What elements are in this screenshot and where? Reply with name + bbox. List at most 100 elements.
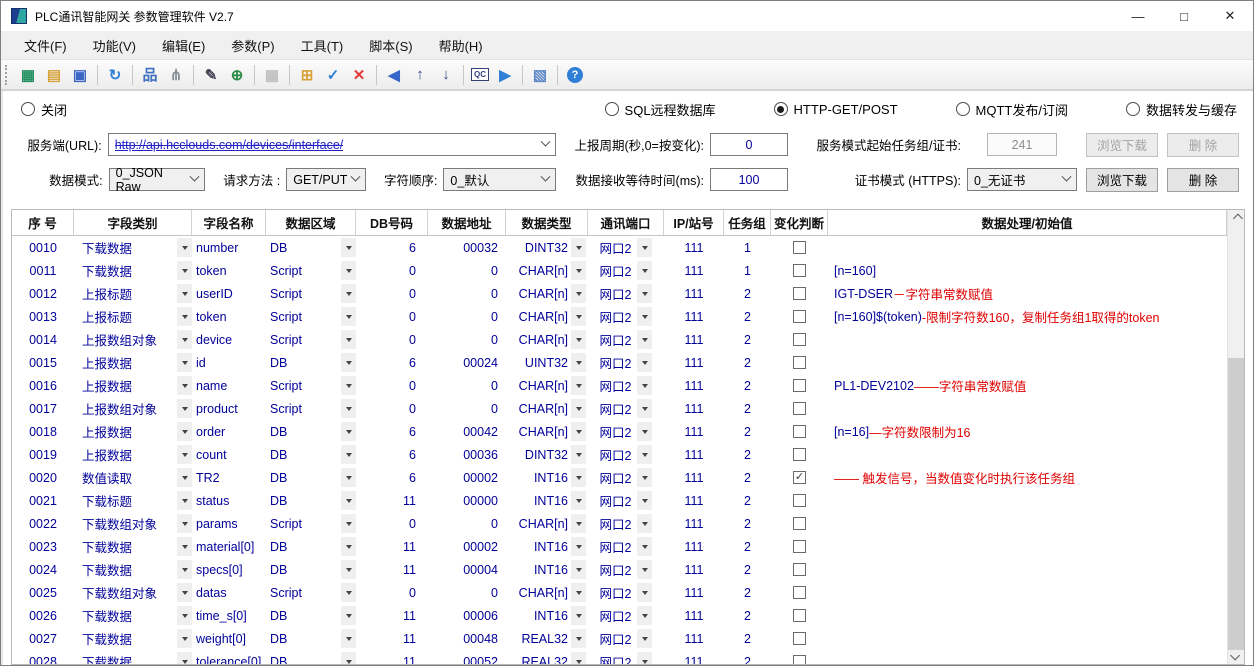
data-type-dropdown-button[interactable] [571, 560, 586, 579]
comm-port-dropdown-button[interactable] [637, 330, 652, 349]
data-type-dropdown-button[interactable] [571, 445, 586, 464]
category-dropdown-button[interactable] [177, 330, 192, 349]
data-type-dropdown-button[interactable] [571, 330, 586, 349]
cert-browse-button[interactable]: 浏览下载 [1086, 168, 1158, 192]
menu-item[interactable]: 工具(T) [288, 36, 357, 55]
image-icon[interactable]: ▧ [527, 63, 553, 87]
change-flag-checkbox[interactable] [793, 356, 806, 369]
category-dropdown-button[interactable] [177, 560, 192, 579]
change-flag-checkbox[interactable] [793, 586, 806, 599]
change-flag-checkbox[interactable] [793, 448, 806, 461]
move-up-icon[interactable]: ↑ [407, 63, 433, 87]
change-flag-checkbox[interactable] [793, 655, 806, 664]
minimize-button[interactable]: — [1115, 1, 1161, 31]
cert-browse-button-top[interactable]: 浏览下载 [1086, 133, 1158, 157]
category-dropdown-button[interactable] [177, 583, 192, 602]
comm-port-dropdown-button[interactable] [637, 238, 652, 257]
change-flag-checkbox[interactable] [793, 425, 806, 438]
comm-port-dropdown-button[interactable] [637, 468, 652, 487]
data-type-dropdown-button[interactable] [571, 399, 586, 418]
report-period-input[interactable] [710, 133, 788, 156]
prev-icon[interactable]: ◀ [381, 63, 407, 87]
change-flag-checkbox[interactable] [793, 287, 806, 300]
category-dropdown-button[interactable] [177, 468, 192, 487]
change-flag-checkbox[interactable] [793, 402, 806, 415]
data-area-dropdown-button[interactable] [341, 491, 356, 510]
data-area-dropdown-button[interactable] [341, 238, 356, 257]
mode-radio-close[interactable]: 关闭 [21, 100, 67, 119]
comm-port-dropdown-button[interactable] [637, 537, 652, 556]
scrollbar-thumb[interactable] [1228, 358, 1245, 650]
category-dropdown-button[interactable] [177, 238, 192, 257]
change-flag-checkbox[interactable] [793, 494, 806, 507]
data-area-dropdown-button[interactable] [341, 376, 356, 395]
menu-item[interactable]: 文件(F) [11, 36, 80, 55]
add-group-icon[interactable]: ⊞ [294, 63, 320, 87]
mode-radio-SQL远程数据库[interactable]: SQL远程数据库 [605, 100, 716, 119]
data-area-dropdown-button[interactable] [341, 353, 356, 372]
data-area-dropdown-button[interactable] [341, 606, 356, 625]
change-flag-checkbox[interactable] [793, 379, 806, 392]
cert-mode-combobox[interactable]: 0_无证书 [967, 168, 1077, 191]
grid-disabled-icon[interactable]: ▦ [259, 63, 285, 87]
comm-port-dropdown-button[interactable] [637, 284, 652, 303]
import-config-icon[interactable]: ▦ [15, 63, 41, 87]
change-flag-checkbox[interactable] [793, 241, 806, 254]
category-dropdown-button[interactable] [177, 537, 192, 556]
change-flag-checkbox[interactable] [793, 609, 806, 622]
comm-port-dropdown-button[interactable] [637, 399, 652, 418]
comm-port-dropdown-button[interactable] [637, 376, 652, 395]
menu-item[interactable]: 帮助(H) [426, 36, 496, 55]
data-type-dropdown-button[interactable] [571, 238, 586, 257]
category-dropdown-button[interactable] [177, 491, 192, 510]
data-type-dropdown-button[interactable] [571, 514, 586, 533]
refresh-icon[interactable]: ↻ [102, 63, 128, 87]
comm-port-dropdown-button[interactable] [637, 606, 652, 625]
change-flag-checkbox[interactable] [793, 264, 806, 277]
close-button[interactable]: ✕ [1207, 1, 1253, 31]
data-area-dropdown-button[interactable] [341, 284, 356, 303]
mode-radio-数据转发与缓存[interactable]: 数据转发与缓存 [1126, 100, 1237, 119]
data-area-dropdown-button[interactable] [341, 560, 356, 579]
wait-time-input[interactable] [710, 168, 788, 191]
category-dropdown-button[interactable] [177, 445, 192, 464]
comm-port-dropdown-button[interactable] [637, 307, 652, 326]
scroll-down-icon[interactable] [1228, 647, 1245, 664]
category-dropdown-button[interactable] [177, 399, 192, 418]
data-area-dropdown-button[interactable] [341, 583, 356, 602]
data-type-dropdown-button[interactable] [571, 537, 586, 556]
menu-item[interactable]: 编辑(E) [149, 36, 218, 55]
byte-order-combobox[interactable]: 0_默认 [443, 168, 556, 191]
data-area-dropdown-button[interactable] [341, 514, 356, 533]
serial-port-icon[interactable]: ⋔ [163, 63, 189, 87]
qc-code-icon[interactable]: QC [468, 63, 492, 87]
data-area-dropdown-button[interactable] [341, 307, 356, 326]
mode-radio-HTTP-GET/POST[interactable]: HTTP-GET/POST [774, 100, 898, 119]
open-file-icon[interactable]: ▤ [41, 63, 67, 87]
category-dropdown-button[interactable] [177, 514, 192, 533]
change-flag-checkbox[interactable] [793, 517, 806, 530]
menu-item[interactable]: 脚本(S) [356, 36, 425, 55]
comm-port-dropdown-button[interactable] [637, 514, 652, 533]
change-flag-checkbox[interactable] [793, 310, 806, 323]
run-icon[interactable]: ▶ [492, 63, 518, 87]
data-type-dropdown-button[interactable] [571, 583, 586, 602]
data-type-dropdown-button[interactable] [571, 376, 586, 395]
comm-port-dropdown-button[interactable] [637, 583, 652, 602]
data-type-dropdown-button[interactable] [571, 629, 586, 648]
save-file-icon[interactable]: ▣ [67, 63, 93, 87]
change-flag-checkbox[interactable]: ✓ [793, 471, 806, 484]
comm-port-dropdown-button[interactable] [637, 491, 652, 510]
category-dropdown-button[interactable] [177, 307, 192, 326]
topology-icon[interactable]: 品 [137, 63, 163, 87]
data-type-dropdown-button[interactable] [571, 284, 586, 303]
cert-delete-button-top[interactable]: 删 除 [1167, 133, 1239, 157]
comm-port-dropdown-button[interactable] [637, 422, 652, 441]
change-flag-checkbox[interactable] [793, 563, 806, 576]
help-icon[interactable]: ? [562, 63, 588, 87]
comm-port-dropdown-button[interactable] [637, 652, 652, 664]
data-area-dropdown-button[interactable] [341, 330, 356, 349]
vertical-scrollbar[interactable] [1227, 210, 1244, 664]
data-type-dropdown-button[interactable] [571, 422, 586, 441]
cancel-icon[interactable]: ✕ [346, 63, 372, 87]
